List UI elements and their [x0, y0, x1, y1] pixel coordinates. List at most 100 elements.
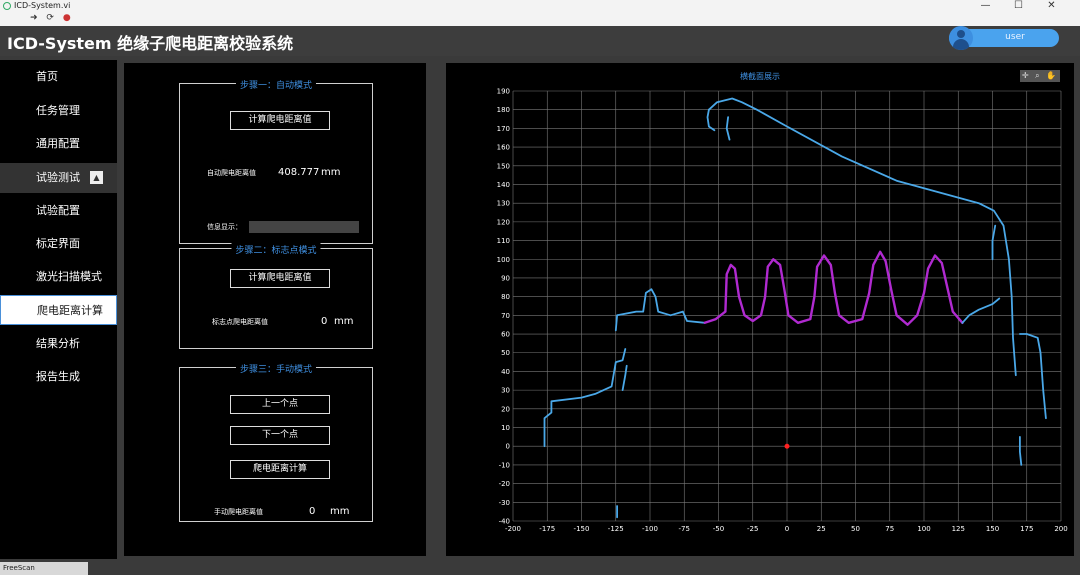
- auto-calc-button[interactable]: 计算爬电距离值: [230, 111, 330, 130]
- y-tick-label: -30: [499, 499, 510, 507]
- close-icon[interactable]: ✕: [1035, 0, 1068, 11]
- step-manual-box: 步骤三：手动模式 上一个点 下一个点 爬电距离计算 手动爬电距离值 0 mm: [179, 362, 373, 522]
- manual-value-label: 手动爬电距离值: [214, 508, 263, 516]
- scan-series-line: [614, 288, 706, 332]
- x-tick-label: 0: [785, 525, 789, 533]
- x-tick-label: 125: [952, 525, 965, 533]
- window-controls: — ☐ ✕: [969, 0, 1068, 12]
- x-tick-label: 25: [817, 525, 826, 533]
- y-tick-label: -10: [499, 461, 510, 469]
- status-bar: FreeScan: [0, 562, 1080, 575]
- sidebar-item-creepage-calc[interactable]: 爬电距离计算: [0, 295, 117, 325]
- scan-series-line: [621, 364, 628, 392]
- y-tick-label: 100: [497, 256, 510, 264]
- app-icon: [3, 2, 11, 10]
- x-tick-label: 175: [1020, 525, 1033, 533]
- x-tick-label: -200: [505, 525, 521, 533]
- y-tick-label: 140: [497, 181, 510, 189]
- scan-series-line: [706, 108, 716, 132]
- user-name: user: [1005, 32, 1025, 42]
- marker-value-label: 标志点爬电距离值: [212, 318, 268, 326]
- prev-point-button[interactable]: 上一个点: [230, 395, 330, 414]
- x-tick-label: -100: [642, 525, 658, 533]
- y-tick-label: 0: [506, 443, 510, 451]
- y-tick-label: 160: [497, 144, 510, 152]
- x-tick-label: 200: [1054, 525, 1067, 533]
- y-tick-label: -20: [499, 480, 510, 488]
- step-marker-title: 步骤二：标志点模式: [231, 243, 321, 256]
- manual-calc-button[interactable]: 爬电距离计算: [230, 460, 330, 479]
- stop-icon[interactable]: ●: [63, 13, 74, 23]
- minimize-icon[interactable]: —: [969, 0, 1002, 11]
- x-tick-label: 150: [986, 525, 999, 533]
- y-tick-label: 120: [497, 218, 510, 226]
- y-tick-label: -40: [499, 518, 510, 526]
- step-auto-title: 步骤一：自动模式: [235, 78, 317, 91]
- y-tick-label: 180: [497, 106, 510, 114]
- info-display-field: [249, 221, 359, 233]
- y-tick-label: 80: [501, 293, 510, 301]
- cross-section-chart[interactable]: -200 -175 -150 -125 -100 -75 -50 -25 0 25 50 75 100 1…: [446, 63, 1074, 556]
- marker-calc-button[interactable]: 计算爬电距离值: [230, 269, 330, 288]
- cross-section-panel: 横截面展示 ✛ ⌕ ✋ -200 -175 -150 -125 -100 -75 -50 -2…: [446, 63, 1074, 556]
- scan-series-line: [961, 297, 1001, 324]
- manual-value: 0: [309, 506, 316, 517]
- user-avatar-icon[interactable]: [949, 26, 973, 50]
- x-tick-label: -150: [574, 525, 590, 533]
- maximize-icon[interactable]: ☐: [1002, 0, 1035, 11]
- x-tick-label: -50: [713, 525, 724, 533]
- y-tick-label: 150: [497, 162, 510, 170]
- x-tick-label: -175: [539, 525, 555, 533]
- origin-marker: [784, 443, 790, 449]
- sidebar-item-laser-scan[interactable]: 激光扫描模式: [0, 262, 117, 292]
- x-tick-label: -75: [679, 525, 690, 533]
- scan-series-line: [1019, 435, 1023, 466]
- sidebar-item-calibration[interactable]: 标定界面: [0, 229, 117, 259]
- manual-unit: mm: [330, 506, 350, 517]
- collapse-icon[interactable]: ▲: [90, 171, 103, 184]
- info-label: 信息显示：: [207, 223, 242, 231]
- y-tick-label: 170: [497, 125, 510, 133]
- y-tick-label: 60: [501, 331, 510, 339]
- step-marker-box: 步骤二：标志点模式 计算爬电距离值 标志点爬电距离值 0 mm: [179, 243, 373, 349]
- window-titlebar: ICD-System.vi ➜ ⟳ ● — ☐ ✕: [0, 0, 1080, 26]
- calculation-panel: 步骤一：自动模式 计算爬电距离值 自动爬电距离值 408.777 mm 信息显示…: [124, 63, 426, 556]
- y-tick-label: 30: [501, 387, 510, 395]
- sidebar-item-general-config[interactable]: 通用配置: [0, 129, 117, 159]
- x-tick-label: -125: [608, 525, 624, 533]
- step-manual-title: 步骤三：手动模式: [235, 362, 317, 375]
- marker-value: 0: [321, 316, 328, 327]
- scan-series-line: [543, 348, 627, 448]
- y-tick-label: 20: [501, 405, 510, 413]
- marker-unit: mm: [334, 316, 354, 327]
- sidebar-item-home[interactable]: 首页: [0, 62, 117, 92]
- y-tick-label: 130: [497, 200, 510, 208]
- x-tick-label: 50: [851, 525, 860, 533]
- sidebar-item-task-management[interactable]: 任务管理: [0, 96, 117, 126]
- sidebar-item-test[interactable]: 试验测试 ▲: [0, 163, 117, 193]
- sidebar-item-test-config[interactable]: 试验配置: [0, 196, 117, 226]
- y-tick-label: 50: [501, 349, 510, 357]
- y-tick-label: 90: [501, 274, 510, 282]
- run-toolbar[interactable]: ➜ ⟳ ●: [30, 13, 74, 23]
- window-app-name: ICD-System.vi: [14, 1, 71, 10]
- step-auto-box: 步骤一：自动模式 计算爬电距离值 自动爬电距离值 408.777 mm 信息显示…: [179, 78, 373, 244]
- scan-series-line: [1019, 333, 1047, 420]
- scan-series-line: [707, 97, 1017, 377]
- app-header: ICD-System 绝缘子爬电距离校验系统: [0, 26, 1080, 56]
- auto-unit: mm: [321, 167, 341, 178]
- sidebar-item-result-analysis[interactable]: 结果分析: [0, 329, 117, 359]
- scan-series-line: [991, 224, 997, 261]
- y-tick-label: 70: [501, 312, 510, 320]
- sidebar-item-report[interactable]: 报告生成: [0, 362, 117, 392]
- auto-value: 408.777: [278, 167, 320, 178]
- auto-value-label: 自动爬电距离值: [207, 169, 256, 177]
- sidebar: 首页 任务管理 通用配置 试验测试 ▲ 试验配置 标定界面 激光扫描模式 爬电距离…: [0, 60, 117, 559]
- x-tick-label: -25: [747, 525, 758, 533]
- run-arrow-icon[interactable]: ➜ ⟳: [30, 13, 57, 23]
- next-point-button[interactable]: 下一个点: [230, 426, 330, 445]
- taskbar-freescan[interactable]: FreeScan: [0, 562, 88, 575]
- app-title: ICD-System 绝缘子爬电距离校验系统: [7, 34, 294, 53]
- y-tick-label: 110: [497, 237, 510, 245]
- x-tick-label: 75: [885, 525, 894, 533]
